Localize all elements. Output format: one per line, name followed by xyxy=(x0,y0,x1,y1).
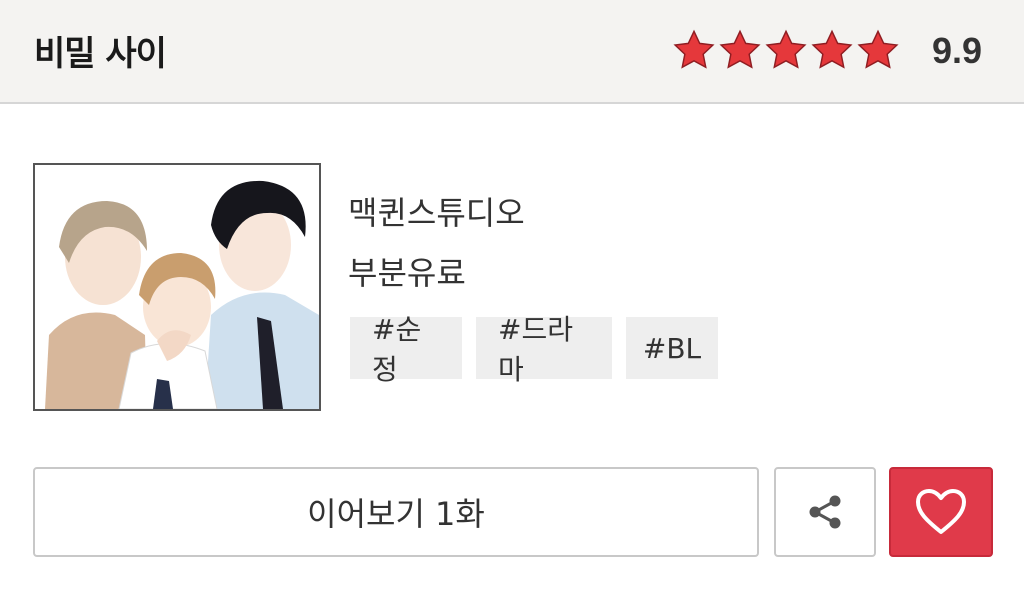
tag-chip[interactable]: #드라마 xyxy=(476,313,612,386)
price-type: 부분유료 xyxy=(348,254,466,292)
share-button[interactable] xyxy=(774,467,876,557)
star-icon xyxy=(811,29,853,69)
author-name: 맥퀸스튜디오 xyxy=(348,194,525,232)
star-rating xyxy=(672,28,900,72)
tag-list: #순정 #드라마 #BL xyxy=(350,313,718,386)
page-title: 비밀 사이 xyxy=(34,34,167,74)
cover-image[interactable] xyxy=(33,163,321,411)
rating-score: 9.9 xyxy=(932,30,983,71)
star-icon xyxy=(857,29,899,69)
share-icon xyxy=(809,495,841,529)
title-bar: 비밀 사이 9.9 xyxy=(0,0,1024,104)
like-button[interactable] xyxy=(889,467,993,557)
tag-chip[interactable]: #BL xyxy=(626,317,718,379)
star-icon xyxy=(719,29,761,69)
tag-chip[interactable]: #순정 xyxy=(350,313,462,386)
heart-icon xyxy=(916,489,966,534)
cover-illustration xyxy=(35,165,319,409)
star-icon xyxy=(673,29,715,69)
star-icon xyxy=(765,29,807,69)
continue-reading-button[interactable]: 이어보기 1화 xyxy=(33,467,759,557)
